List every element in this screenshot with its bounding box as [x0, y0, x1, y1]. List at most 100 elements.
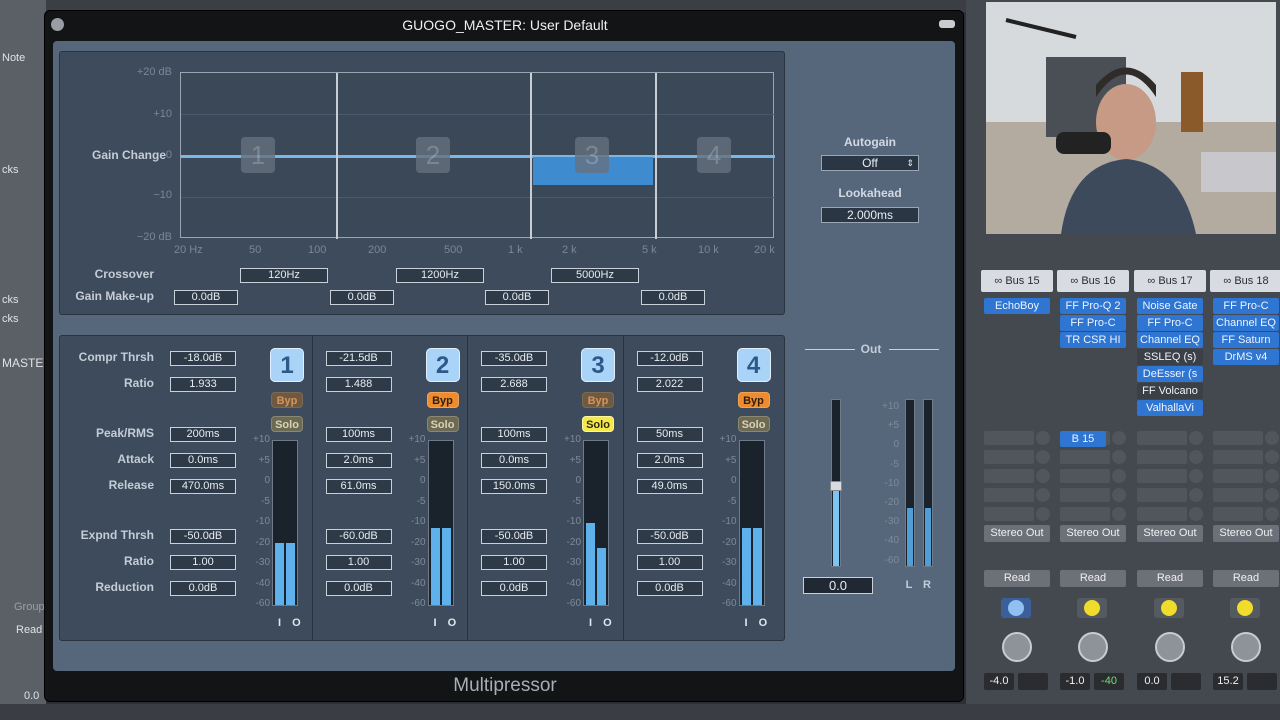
plugin-slot[interactable]: Channel EQ	[1213, 315, 1279, 331]
automation-mode[interactable]: Read	[1060, 570, 1126, 587]
send-slot[interactable]	[984, 431, 1034, 445]
meter-icon[interactable]	[1230, 598, 1260, 618]
band-4-compr-thrsh-field[interactable]: -12.0dB	[636, 351, 703, 366]
send-slot[interactable]	[1137, 507, 1187, 521]
band-4-ratio-field[interactable]: 2.022	[636, 377, 703, 392]
send-slot[interactable]	[984, 488, 1034, 502]
band-1-attack-field[interactable]: 0.0ms	[170, 453, 236, 468]
send-knob[interactable]	[1036, 488, 1050, 502]
send-knob[interactable]	[1112, 507, 1126, 521]
plugin-slot[interactable]: FF Volcano	[1137, 383, 1203, 399]
send-slot[interactable]	[1137, 469, 1187, 483]
crossover-line-2[interactable]	[530, 73, 532, 239]
band-2-attack-field[interactable]: 2.0ms	[325, 453, 392, 468]
band-2-ratio-field[interactable]: 1.488	[325, 377, 392, 392]
send-slot[interactable]	[1213, 469, 1263, 483]
band-3-solo-button[interactable]: Solo	[582, 416, 614, 432]
band-3-expnd-thrsh-field[interactable]: -50.0dB	[481, 529, 547, 544]
send-knob[interactable]	[1265, 488, 1279, 502]
band-4-release-field[interactable]: 49.0ms	[636, 479, 703, 494]
band-1-solo-button[interactable]: Solo	[271, 416, 303, 432]
meter-icon[interactable]	[1154, 598, 1184, 618]
makeup-1-field[interactable]: 0.0dB	[174, 290, 238, 305]
plugin-slot[interactable]: FF Pro-C	[1060, 315, 1126, 331]
band-3-reduction-field[interactable]: 0.0dB	[481, 581, 547, 596]
band-3-attack-field[interactable]: 0.0ms	[481, 453, 547, 468]
pan-readout[interactable]: -40	[1094, 673, 1124, 690]
crossover-line-3[interactable]	[655, 73, 657, 239]
automation-mode[interactable]: Read	[984, 570, 1050, 587]
band-4-bypass-button[interactable]: Byp	[737, 392, 770, 408]
bus-name[interactable]: ∞ Bus 17	[1134, 270, 1206, 292]
volume-readout[interactable]: 15.2	[1213, 673, 1243, 690]
plugin-slot[interactable]: TR CSR HI	[1060, 332, 1126, 348]
send-slot[interactable]	[1213, 507, 1263, 521]
band-4-exp-ratio-field[interactable]: 1.00	[636, 555, 703, 570]
send-knob[interactable]	[1265, 450, 1279, 464]
bus-name[interactable]: ∞ Bus 15	[981, 270, 1053, 292]
send-slot[interactable]	[1060, 488, 1110, 502]
send-knob[interactable]	[1189, 469, 1203, 483]
send-knob[interactable]	[1265, 469, 1279, 483]
band-3-peak-rms-field[interactable]: 100ms	[481, 427, 547, 442]
plugin-slot[interactable]: FF Pro-C	[1213, 298, 1279, 314]
volume-readout[interactable]: -1.0	[1060, 673, 1090, 690]
band-1-exp-ratio-field[interactable]: 1.00	[170, 555, 236, 570]
send-slot[interactable]	[984, 469, 1034, 483]
plugin-slot[interactable]: DeEsser (s	[1137, 366, 1203, 382]
band-2-bypass-button[interactable]: Byp	[426, 392, 459, 408]
crossover-3-field[interactable]: 5000Hz	[551, 268, 639, 283]
band-2-release-field[interactable]: 61.0ms	[325, 479, 392, 494]
band-1-compr-thrsh-field[interactable]: -18.0dB	[170, 351, 236, 366]
makeup-4-field[interactable]: 0.0dB	[641, 290, 705, 305]
bus-name[interactable]: ∞ Bus 16	[1057, 270, 1129, 292]
pan-readout[interactable]	[1247, 673, 1277, 690]
meter-icon[interactable]	[1077, 598, 1107, 618]
crossover-2-field[interactable]: 1200Hz	[396, 268, 484, 283]
send-knob[interactable]	[1112, 488, 1126, 502]
plugin-slot[interactable]: EchoBoy	[984, 298, 1050, 314]
output-slot[interactable]: Stereo Out	[1213, 525, 1279, 542]
band-1-reduction-field[interactable]: 0.0dB	[170, 581, 236, 596]
send-slot-active[interactable]: B 15	[1060, 431, 1106, 447]
makeup-2-field[interactable]: 0.0dB	[330, 290, 394, 305]
plugin-slot[interactable]: ValhallaVi	[1137, 400, 1203, 416]
send-slot[interactable]	[1137, 431, 1187, 445]
pan-readout[interactable]	[1171, 673, 1201, 690]
send-knob[interactable]	[1189, 507, 1203, 521]
band-3-bypass-button[interactable]: Byp	[582, 392, 614, 408]
send-knob[interactable]	[1036, 431, 1050, 445]
pan-readout[interactable]	[1018, 673, 1048, 690]
plugin-slot[interactable]: DrMS v4	[1213, 349, 1279, 365]
volume-readout[interactable]: -4.0	[984, 673, 1014, 690]
output-slot[interactable]: Stereo Out	[1137, 525, 1203, 542]
automation-mode[interactable]: Read	[1137, 570, 1203, 587]
band-4-solo-button[interactable]: Solo	[737, 416, 770, 432]
band-4-select-button[interactable]: 4	[736, 348, 771, 382]
send-knob[interactable]	[1265, 507, 1279, 521]
band-1-peak-rms-field[interactable]: 200ms	[170, 427, 236, 442]
send-slot[interactable]	[1060, 450, 1110, 464]
send-slot[interactable]	[984, 450, 1034, 464]
band-3-ratio-field[interactable]: 2.688	[481, 377, 547, 392]
pan-knob[interactable]	[1078, 632, 1108, 662]
send-slot[interactable]	[1213, 488, 1263, 502]
plugin-slot[interactable]: SSLEQ (s)	[1137, 349, 1203, 365]
send-slot[interactable]	[1060, 507, 1110, 521]
waveform-icon[interactable]	[1001, 598, 1031, 618]
send-knob[interactable]	[1112, 469, 1126, 483]
band-4-peak-rms-field[interactable]: 50ms	[636, 427, 703, 442]
autogain-select[interactable]: Off ⇕	[821, 155, 919, 171]
makeup-3-field[interactable]: 0.0dB	[485, 290, 549, 305]
output-value-field[interactable]: 0.0	[803, 577, 873, 594]
volume-readout[interactable]: 0.0	[1137, 673, 1167, 690]
band-1-select-button[interactable]: 1	[270, 348, 304, 382]
send-slot[interactable]	[1137, 450, 1187, 464]
output-slot[interactable]: Stereo Out	[984, 525, 1050, 542]
band-3-compr-thrsh-field[interactable]: -35.0dB	[481, 351, 547, 366]
pan-knob[interactable]	[1231, 632, 1261, 662]
pan-knob[interactable]	[1002, 632, 1032, 662]
band-1-bypass-button[interactable]: Byp	[271, 392, 303, 408]
band-2-expnd-thrsh-field[interactable]: -60.0dB	[325, 529, 392, 544]
band-2-reduction-field[interactable]: 0.0dB	[325, 581, 392, 596]
